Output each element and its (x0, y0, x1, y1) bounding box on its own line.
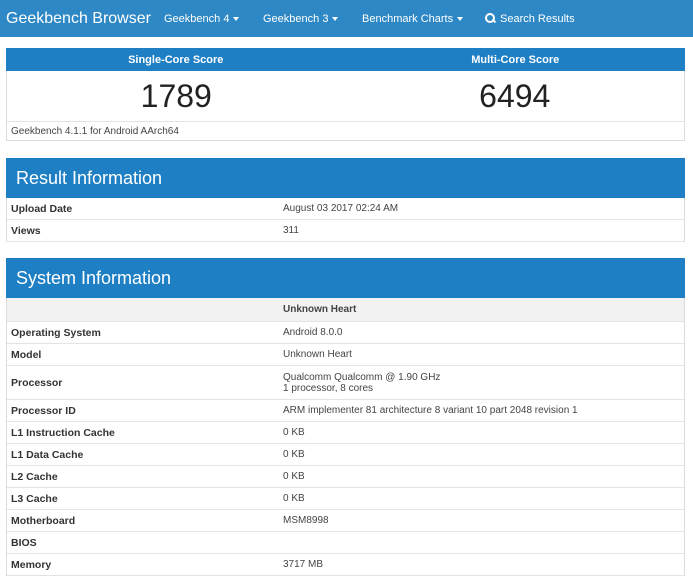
row-key: Views (11, 224, 41, 237)
table-row: L1 Data Cache 0 KB (7, 444, 684, 466)
row-value: Android 8.0.0 (283, 327, 343, 338)
row-value: August 03 2017 02:24 AM (283, 203, 399, 214)
nav-geekbench3-dropdown[interactable]: Geekbench 3 (263, 13, 362, 25)
table-row: Views 311 (7, 220, 684, 242)
nav-geekbench3-label: Geekbench 3 (263, 12, 329, 25)
caret-down-icon (332, 17, 339, 21)
brand-link[interactable]: Geekbench Browser (0, 10, 164, 28)
score-panel: Single-Core Score Multi-Core Score 1789 … (6, 48, 685, 141)
search-icon (485, 13, 496, 24)
table-row: Processor ID ARM implementer 81 architec… (7, 400, 684, 422)
row-key: L2 Cache (11, 470, 58, 483)
nav-search-results[interactable]: Search Results (485, 13, 575, 25)
row-value: 0 KB (283, 427, 305, 438)
row-value: 0 KB (283, 493, 305, 504)
table-row: L3 Cache 0 KB (7, 488, 684, 510)
row-key: L1 Data Cache (11, 448, 84, 461)
row-value-secondary: 1 processor, 8 cores (283, 382, 374, 394)
single-core-score: 1789 (140, 77, 212, 114)
result-information-title: Result Information (6, 158, 685, 198)
multi-core-score: 6494 (479, 77, 551, 114)
row-key: Upload Date (11, 202, 73, 215)
device-name-header: Unknown Heart (283, 304, 357, 315)
row-key: L3 Cache (11, 492, 58, 505)
nav-benchmark-charts-label: Benchmark Charts (362, 12, 454, 25)
row-value: Qualcomm Qualcomm @ 1.90 GHz (283, 371, 441, 383)
row-value: 3717 MB (283, 559, 324, 570)
result-information-table: Upload Date August 03 2017 02:24 AM View… (6, 198, 685, 242)
single-core-label: Single-Core Score (128, 53, 224, 66)
score-values: 1789 6494 (6, 71, 685, 121)
system-information-panel: System Information Unknown Heart Operati… (6, 258, 685, 576)
top-navbar: Geekbench Browser Geekbench 4 Geekbench … (0, 0, 693, 37)
row-value: Unknown Heart (283, 349, 352, 360)
table-row: Operating System Android 8.0.0 (7, 322, 684, 344)
geekbench-version: Geekbench 4.1.1 for Android AArch64 (6, 121, 685, 141)
row-key: Motherboard (11, 514, 76, 527)
system-information-table: Unknown Heart Operating System Android 8… (6, 298, 685, 576)
row-key: Memory (11, 558, 52, 571)
row-value: 311 (283, 225, 299, 236)
row-value: ARM implementer 81 architecture 8 varian… (283, 405, 578, 416)
row-value: 0 KB (283, 471, 305, 482)
row-value: 0 KB (283, 449, 305, 460)
row-key: Processor ID (11, 404, 76, 417)
nav-benchmark-charts-dropdown[interactable]: Benchmark Charts (362, 13, 485, 25)
caret-down-icon (457, 17, 464, 21)
result-information-panel: Result Information Upload Date August 03… (6, 158, 685, 242)
nav-search-label: Search Results (500, 12, 575, 25)
table-row: L1 Instruction Cache 0 KB (7, 422, 684, 444)
table-row: L2 Cache 0 KB (7, 466, 684, 488)
nav-geekbench4-label: Geekbench 4 (164, 12, 230, 25)
table-row: Processor Qualcomm Qualcomm @ 1.90 GHz 1… (7, 366, 684, 400)
score-header: Single-Core Score Multi-Core Score (6, 48, 685, 71)
row-key: Model (11, 348, 42, 361)
multi-core-label: Multi-Core Score (471, 53, 560, 66)
row-key: Processor (11, 376, 63, 389)
row-key: Operating System (11, 326, 101, 339)
row-key: L1 Instruction Cache (11, 426, 115, 439)
table-row: Motherboard MSM8998 (7, 510, 684, 532)
row-value: MSM8998 (283, 515, 329, 526)
system-information-title: System Information (6, 258, 685, 298)
table-row: Upload Date August 03 2017 02:24 AM (7, 198, 684, 220)
table-row: Memory 3717 MB (7, 554, 684, 576)
table-row: Model Unknown Heart (7, 344, 684, 366)
table-row: BIOS (7, 532, 684, 554)
table-header-row: Unknown Heart (7, 298, 684, 322)
row-key: BIOS (11, 536, 37, 549)
caret-down-icon (233, 17, 240, 21)
nav-geekbench4-dropdown[interactable]: Geekbench 4 (164, 13, 263, 25)
